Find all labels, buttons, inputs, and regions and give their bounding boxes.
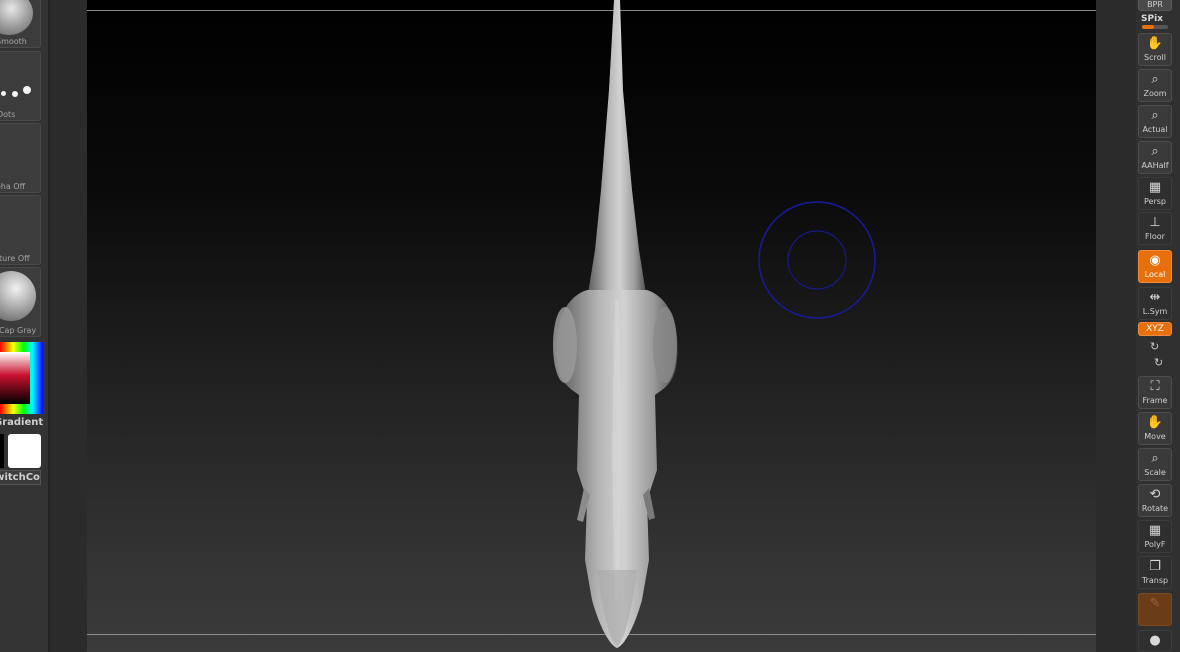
ghost-button[interactable]: ✎ bbox=[1138, 593, 1172, 626]
document-canvas[interactable] bbox=[87, 0, 1096, 652]
hand-icon: ✋ bbox=[1146, 415, 1164, 430]
frame-icon: ⛶ bbox=[1150, 379, 1160, 394]
spix-label: SPix bbox=[1141, 14, 1163, 24]
rotate-z-icon[interactable]: ↻ bbox=[1154, 356, 1163, 369]
brush-focal-ring bbox=[787, 230, 847, 290]
local-icon: ◉ bbox=[1149, 253, 1161, 268]
magnifier-icon: ⌕ bbox=[1151, 72, 1159, 87]
brush-button[interactable]: Smooth bbox=[0, 0, 41, 48]
scale-label: Scale bbox=[1144, 468, 1166, 477]
xyz-label: XYZ bbox=[1146, 324, 1164, 334]
material-button[interactable]: MatCap Gray bbox=[0, 267, 41, 337]
color-picker[interactable] bbox=[0, 342, 43, 414]
alpha-label: Alpha Off bbox=[0, 182, 26, 191]
zoom-button[interactable]: ⌕ Zoom bbox=[1138, 69, 1172, 102]
floor-icon: ⊥ bbox=[1149, 215, 1161, 230]
spix-slider-fill bbox=[1142, 25, 1154, 29]
hand-icon: ✋ bbox=[1146, 36, 1164, 51]
stroke-dot-icon bbox=[12, 91, 18, 97]
polyf-label: PolyF bbox=[1144, 540, 1166, 549]
texture-label: Texture Off bbox=[0, 254, 30, 263]
frame-button[interactable]: ⛶ Frame bbox=[1138, 376, 1172, 409]
aahalf-label: AAHalf bbox=[1141, 161, 1169, 170]
gradient-label[interactable]: Gradient bbox=[0, 417, 43, 428]
floor-label: Floor bbox=[1145, 232, 1165, 241]
scale-button[interactable]: ⌕ Scale bbox=[1138, 448, 1172, 481]
right-gutter bbox=[1096, 0, 1136, 652]
symmetry-icon: ⇹ bbox=[1149, 290, 1161, 305]
secondary-color-swatch[interactable] bbox=[8, 434, 41, 468]
move-button[interactable]: ✋ Move bbox=[1138, 412, 1172, 445]
transparency-icon: ❐ bbox=[1149, 559, 1161, 574]
brush-cursor bbox=[758, 201, 876, 319]
stroke-dot-icon bbox=[1, 91, 6, 96]
polyf-button[interactable]: ▦ PolyF bbox=[1138, 520, 1172, 553]
scroll-button[interactable]: ✋ Scroll bbox=[1138, 33, 1172, 66]
persp-button[interactable]: ▦ Persp bbox=[1138, 177, 1172, 210]
floor-button[interactable]: ⊥ Floor bbox=[1138, 212, 1172, 245]
lsym-label: L.Sym bbox=[1142, 307, 1168, 316]
xyz-button[interactable]: XYZ bbox=[1138, 322, 1172, 336]
spix-slider[interactable] bbox=[1142, 25, 1168, 29]
brush-thumbnail bbox=[0, 0, 33, 35]
solo-icon: ● bbox=[1149, 633, 1161, 648]
rotate-icon: ⟲ bbox=[1149, 487, 1161, 502]
rotate-button[interactable]: ⟲ Rotate bbox=[1138, 484, 1172, 517]
alpha-button[interactable]: Alpha Off bbox=[0, 123, 41, 193]
color-picker-square[interactable] bbox=[0, 352, 30, 404]
switch-color-label: SwitchColor bbox=[0, 472, 40, 483]
brush-draw-size-ring bbox=[758, 201, 876, 319]
magnifier-icon: ⌕ bbox=[1151, 108, 1159, 123]
transp-label: Transp bbox=[1141, 576, 1169, 585]
stroke-button[interactable]: Dots bbox=[0, 51, 41, 121]
brush-label: Smooth bbox=[0, 37, 27, 46]
persp-label: Persp bbox=[1144, 197, 1166, 206]
rotate-label: Rotate bbox=[1141, 504, 1169, 513]
magnifier-icon: ⌕ bbox=[1151, 451, 1159, 466]
texture-button[interactable]: Texture Off bbox=[0, 195, 41, 265]
bpr-button[interactable]: BPR bbox=[1138, 0, 1172, 11]
material-label: MatCap Gray bbox=[0, 326, 37, 335]
actual-label: Actual bbox=[1142, 125, 1168, 134]
scroll-label: Scroll bbox=[1144, 53, 1166, 62]
actual-button[interactable]: ⌕ Actual bbox=[1138, 105, 1172, 138]
frame-label: Frame bbox=[1142, 396, 1168, 405]
switch-color-button[interactable]: SwitchColor bbox=[0, 470, 41, 485]
material-sphere-icon bbox=[0, 271, 36, 321]
left-gutter bbox=[50, 0, 87, 652]
aahalf-button[interactable]: ⌕ AAHalf bbox=[1138, 141, 1172, 174]
grid-icon: ▦ bbox=[1148, 180, 1162, 195]
local-button[interactable]: ◉ Local bbox=[1138, 250, 1172, 283]
stroke-label: Dots bbox=[0, 110, 16, 119]
move-label: Move bbox=[1144, 432, 1166, 441]
solo-button[interactable]: ● bbox=[1138, 630, 1172, 652]
main-color-swatch[interactable] bbox=[0, 434, 4, 468]
lsym-button[interactable]: ⇹ L.Sym bbox=[1138, 287, 1172, 320]
polyframe-icon: ▦ bbox=[1148, 523, 1162, 538]
rotate-y-icon[interactable]: ↻ bbox=[1150, 340, 1159, 353]
zoom-label: Zoom bbox=[1143, 89, 1167, 98]
magnifier-icon: ⌕ bbox=[1151, 144, 1159, 159]
ghost-icon: ✎ bbox=[1149, 596, 1161, 611]
transp-button[interactable]: ❐ Transp bbox=[1138, 556, 1172, 589]
stroke-dot-icon bbox=[23, 86, 31, 94]
local-label: Local bbox=[1144, 270, 1166, 279]
